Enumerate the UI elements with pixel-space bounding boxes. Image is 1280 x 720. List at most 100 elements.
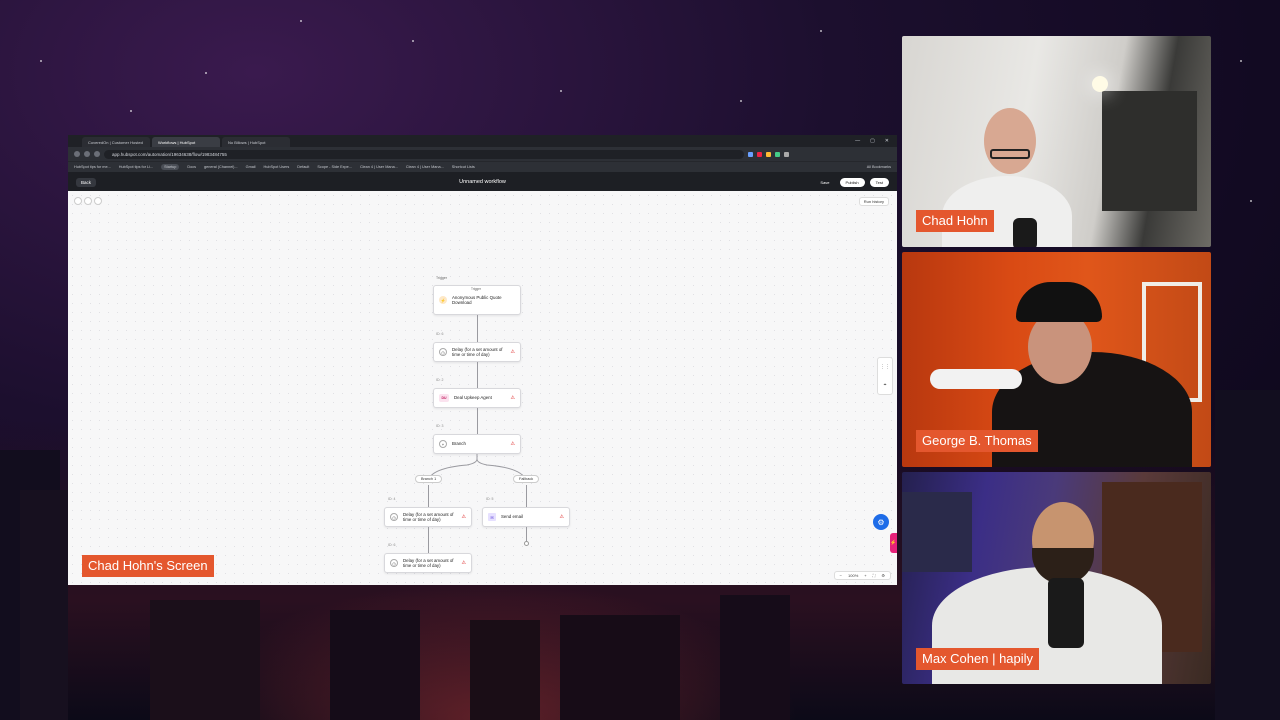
- delay-step-card[interactable]: ◷ Delay (for a set amount of time or tim…: [433, 342, 521, 362]
- delay-step-card[interactable]: ◷ Delay (for a set amount of time or tim…: [384, 553, 472, 573]
- zoom-in-icon[interactable]: +: [864, 573, 866, 578]
- minimize-icon[interactable]: —: [855, 138, 860, 144]
- email-icon: ✉: [488, 513, 496, 521]
- assistant-tab[interactable]: ⚡: [890, 533, 897, 553]
- fit-view-icon[interactable]: ⛶: [873, 573, 876, 578]
- step-id: ID: 4: [388, 497, 396, 501]
- reload-icon[interactable]: [94, 151, 100, 157]
- help-gear-button[interactable]: ⚙: [873, 514, 889, 530]
- warning-icon: ⚠: [559, 514, 564, 520]
- address-bar[interactable]: app.hubspot.com/automation/19634638/flow…: [104, 149, 744, 159]
- back-button[interactable]: Back: [76, 177, 97, 187]
- save-button[interactable]: Save: [815, 178, 834, 187]
- redo-icon[interactable]: [84, 197, 92, 205]
- bookmarks-bar: HubSpot tips for me... HubSpot tips for …: [68, 161, 897, 172]
- microphone: [930, 369, 1022, 389]
- workflow-title[interactable]: Unnamed workflow: [459, 179, 506, 185]
- browser-tab[interactable]: No Billows | HubSpot: [222, 137, 290, 147]
- webcam-tile: Max Cohen | hapily: [902, 472, 1211, 684]
- microphone: [1048, 578, 1084, 648]
- warning-icon: ⚠: [461, 560, 466, 566]
- undo-icon[interactable]: [74, 197, 82, 205]
- bookmark-item[interactable]: Gmail: [246, 165, 256, 169]
- webcam-tile: Chad Hohn: [902, 36, 1211, 247]
- microphone: [1013, 218, 1037, 247]
- participant-name-tag: Chad Hohn: [916, 210, 994, 232]
- delay-step-card[interactable]: ◷ Delay (for a set amount of time or tim…: [384, 507, 472, 527]
- workflow-header: Back Unnamed workflow Save Publish Test: [68, 172, 897, 192]
- zoom-out-icon[interactable]: −: [840, 573, 842, 578]
- bookmark-item[interactable]: general (Channel)...: [204, 165, 238, 169]
- clock-icon: ◷: [390, 559, 398, 567]
- glasses: [990, 149, 1030, 159]
- trigger-label: Trigger: [471, 287, 481, 291]
- fallback-label-pill[interactable]: Fallback: [513, 475, 540, 483]
- extension-icon[interactable]: [757, 151, 762, 157]
- step-id: ID: 5: [486, 497, 494, 501]
- send-email-step-card[interactable]: ✉ Send email ⚠: [482, 507, 570, 527]
- extension-icon[interactable]: [766, 151, 771, 157]
- step-id: ID: 6: [388, 543, 396, 547]
- step-label: Delay (for a set amount of time or time …: [403, 557, 454, 568]
- person-head: [984, 108, 1036, 174]
- browser-toolbar: app.hubspot.com/automation/19634638/flow…: [68, 147, 897, 161]
- back-arrow-icon[interactable]: [74, 151, 80, 157]
- step-label: Branch: [452, 441, 466, 447]
- participant-name-tag: George B. Thomas: [916, 430, 1038, 452]
- bookmark-item[interactable]: Default: [297, 165, 309, 169]
- bookmark-item[interactable]: Shortcut Lists: [452, 165, 475, 169]
- branch-icon: ⑂: [439, 440, 447, 448]
- shelf-background: [902, 492, 972, 572]
- bookmark-item[interactable]: Docs: [187, 165, 196, 169]
- warning-icon: ⚠: [461, 514, 466, 520]
- test-button[interactable]: Test: [869, 177, 889, 187]
- bookmark-item[interactable]: Clean 4 | User Mana...: [360, 165, 398, 169]
- workflow-canvas[interactable]: Run history Trigger ⚡ Anonymous Public Q…: [68, 191, 897, 585]
- run-history-button[interactable]: Run history: [858, 197, 889, 206]
- participant-name-tag: Max Cohen | hapily: [916, 648, 1040, 670]
- add-step-button[interactable]: [524, 541, 529, 546]
- settings-icon[interactable]: ⚙: [881, 573, 885, 578]
- browser-tab-active[interactable]: Workflows | HubSpot: [152, 137, 220, 147]
- bookmark-item[interactable]: Startup: [161, 164, 180, 170]
- clock-icon: ◷: [390, 513, 398, 521]
- agent-step-card[interactable]: DU Deal Upkeep Agent ⚠: [433, 388, 521, 408]
- branch-label-pill[interactable]: Branch 1: [415, 475, 443, 483]
- publish-button[interactable]: Publish: [839, 177, 865, 187]
- bookmark-item[interactable]: HubSpot tips for Li...: [119, 165, 153, 169]
- step-id: ID: 3: [436, 424, 444, 428]
- extension-icon[interactable]: [748, 151, 753, 157]
- bookmark-item[interactable]: HubSpot Users: [264, 165, 290, 169]
- close-icon[interactable]: ✕: [885, 138, 889, 144]
- profile-icon[interactable]: [784, 151, 789, 157]
- crosshair-icon[interactable]: ⌖: [884, 382, 887, 388]
- cap: [1016, 282, 1102, 322]
- trigger-icon: ⚡: [439, 296, 447, 304]
- shelf-background: [1102, 91, 1197, 211]
- branch-step-card[interactable]: ⑂ Branch ⚠: [433, 434, 521, 454]
- canvas-side-tools: ⋮⋮ ⌖: [877, 357, 893, 395]
- history-icon[interactable]: [94, 197, 102, 205]
- lamp: [1092, 76, 1108, 92]
- bookmark-item[interactable]: Clean 4 | User Mana...: [406, 165, 444, 169]
- bookmark-item[interactable]: Scope - Side Expe...: [317, 165, 352, 169]
- extension-icon[interactable]: [775, 151, 780, 157]
- browser-tab[interactable]: CoveredOn | Customer Hosted: [82, 137, 150, 147]
- forward-arrow-icon[interactable]: [84, 151, 90, 157]
- agent-badge: DU: [439, 394, 449, 402]
- webcam-tile: George B. Thomas: [902, 252, 1211, 467]
- trigger-name: Anonymous Public Quote Download: [452, 294, 502, 305]
- shared-screen: CoveredOn | Customer Hosted Workflows | …: [68, 135, 897, 585]
- warning-icon: ⚠: [510, 441, 515, 447]
- grid-icon[interactable]: ⋮⋮: [880, 364, 890, 370]
- window-controls: — ▢ ✕: [855, 138, 897, 144]
- clock-icon: ◷: [439, 348, 447, 356]
- bookmark-item[interactable]: HubSpot tips for me...: [74, 165, 111, 169]
- step-id: ID: 2: [436, 378, 444, 382]
- trigger-caption: Trigger: [436, 276, 447, 280]
- warning-icon: ⚠: [510, 349, 515, 355]
- step-label: Delay (for a set amount of time or time …: [403, 511, 454, 522]
- undo-redo-group: [74, 197, 102, 205]
- maximize-icon[interactable]: ▢: [870, 138, 875, 144]
- all-bookmarks[interactable]: All Bookmarks: [867, 165, 897, 169]
